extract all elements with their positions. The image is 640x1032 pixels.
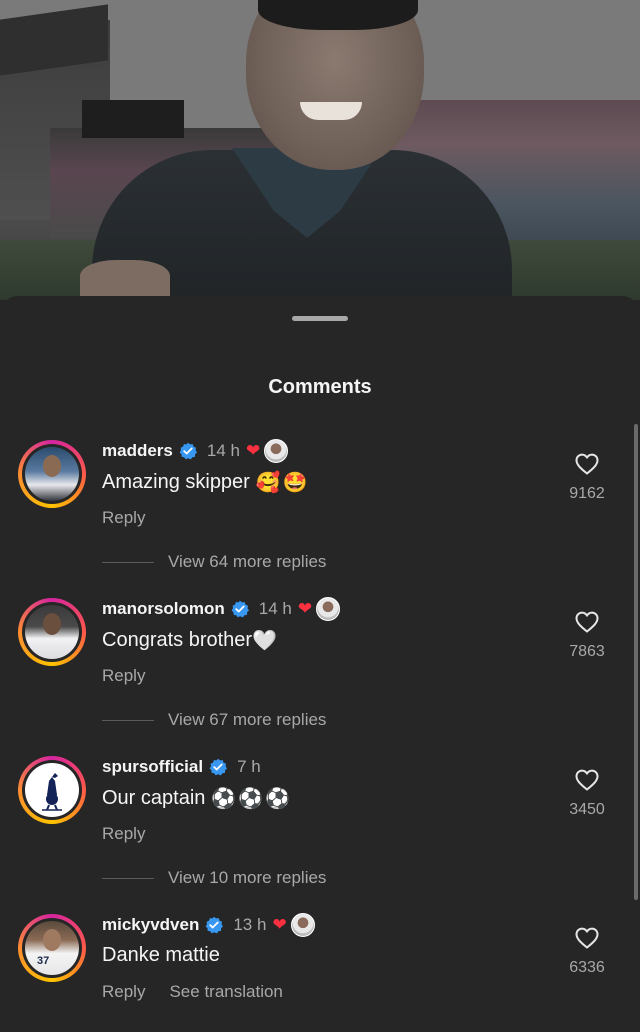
comment-time: 14 h [206, 441, 240, 460]
photo-scoreboard [82, 100, 184, 138]
avatar[interactable] [22, 760, 82, 820]
comment-body: Our captain [102, 787, 206, 809]
comment-body: Congrats brother [102, 629, 253, 651]
view-replies-divider [102, 561, 154, 563]
avatar[interactable] [22, 602, 82, 662]
madders-avatar [25, 447, 79, 501]
comment-header: madders 14 h ❤ [102, 438, 289, 464]
emoji: 🥰 [255, 472, 281, 494]
story-ring[interactable] [18, 756, 86, 824]
comment-time: 13 h [233, 915, 267, 934]
comment-item: madders 14 h ❤ Amazing skipper 🥰 🤩 Reply… [0, 438, 640, 571]
view-replies-button[interactable]: View 10 more replies [102, 868, 326, 888]
post-photo [0, 0, 640, 300]
like-count: 6336 [569, 959, 605, 976]
drag-handle[interactable] [292, 316, 348, 321]
view-replies-label: View 10 more replies [168, 868, 327, 887]
reply-button[interactable]: Reply [102, 982, 145, 1002]
comment-actions: Reply [102, 508, 169, 528]
story-ring[interactable] [18, 440, 86, 508]
username[interactable]: mickyvdven [102, 915, 199, 935]
heart-outline-icon[interactable] [574, 768, 600, 792]
comment-actions: Reply [102, 824, 169, 844]
author-liked-heart-icon: ❤ [297, 599, 313, 618]
comment-body: Danke mattie [102, 944, 220, 966]
author-liked-heart-icon: ❤ [245, 441, 261, 460]
avatar-face [43, 613, 61, 635]
comment-body: Amazing skipper [102, 471, 250, 493]
author-mini-avatar [316, 597, 341, 621]
verified-badge-icon [179, 442, 197, 460]
comment-header: manorsolomon 14 h ❤ [102, 596, 341, 622]
comment-item: spursofficial 7 h Our captain ⚽ ⚽ ⚽ Repl… [0, 754, 640, 887]
like-count: 7863 [569, 643, 605, 660]
sheet-title: Comments [268, 376, 372, 398]
view-replies-button[interactable]: View 67 more replies [102, 710, 326, 730]
avatar-face [43, 455, 61, 477]
view-replies-label: View 64 more replies [168, 552, 327, 571]
comment-text: Congrats brother 🤍 [102, 628, 277, 653]
avatar-face [43, 929, 61, 951]
author-mini-avatar [290, 913, 315, 937]
heart-outline-icon[interactable] [574, 926, 600, 950]
see-translation-button[interactable]: See translation [169, 982, 282, 1002]
soccer-ball-emoji: ⚽ [211, 788, 237, 810]
username[interactable]: spursofficial [102, 757, 203, 777]
comment-actions: Reply See translation [102, 982, 307, 1002]
comment-time: 14 h [258, 599, 292, 618]
avatar[interactable]: 37 [22, 918, 82, 978]
avatar-shirt-number: 37 [37, 955, 50, 967]
emoji: 🤩 [282, 472, 308, 494]
verified-badge-icon [231, 600, 249, 618]
photo-person-hand [80, 260, 170, 300]
comment-text: Our captain ⚽ ⚽ ⚽ [102, 786, 290, 811]
author-mini-avatar [264, 439, 289, 463]
story-ring[interactable]: 37 [18, 914, 86, 982]
like-count: 3450 [569, 801, 605, 818]
comment-time: 7 h [237, 757, 261, 776]
story-ring[interactable] [18, 598, 86, 666]
avatar[interactable] [22, 444, 82, 504]
comment-text: Danke mattie [102, 944, 220, 967]
author-liked-heart-icon: ❤ [272, 915, 287, 934]
spurs-crest-avatar [25, 763, 79, 817]
view-replies-divider [102, 719, 154, 721]
username[interactable]: manorsolomon [102, 599, 225, 619]
verified-badge-icon [205, 916, 224, 934]
mickyvdven-avatar: 37 [25, 921, 79, 975]
reply-button[interactable]: Reply [102, 666, 145, 686]
comment-like[interactable]: 9162 [560, 452, 614, 503]
manorsolomon-avatar [25, 605, 79, 659]
emoji: 🤍 [252, 630, 277, 652]
username[interactable]: madders [102, 441, 173, 461]
comment-actions: Reply [102, 666, 169, 686]
comment-text: Amazing skipper 🥰 🤩 [102, 470, 308, 495]
view-replies-button[interactable]: View 64 more replies [102, 552, 326, 572]
reply-button[interactable]: Reply [102, 508, 145, 528]
comment-like[interactable]: 7863 [560, 610, 614, 661]
comment-like[interactable]: 3450 [560, 768, 614, 819]
comment-header: mickyvdven 13 h ❤ [102, 912, 315, 938]
comment-like[interactable]: 6336 [560, 926, 614, 977]
photo-person-hair [258, 0, 418, 30]
photo-person-smile [300, 102, 362, 120]
comment-item: 37 mickyvdven 13 h ❤ Danke mattie Reply … [0, 912, 640, 1032]
comment-item: manorsolomon 14 h ❤ Congrats brother 🤍 R… [0, 596, 640, 729]
like-count: 9162 [569, 485, 605, 502]
view-replies-label: View 67 more replies [168, 710, 327, 729]
reply-button[interactable]: Reply [102, 824, 145, 844]
soccer-ball-emoji: ⚽ [238, 788, 264, 810]
verified-badge-icon [209, 758, 228, 776]
comment-header: spursofficial 7 h [102, 754, 261, 780]
comments-sheet: Comments madders 14 h ❤ Amazing skipper … [0, 296, 640, 1026]
soccer-ball-emoji: ⚽ [265, 788, 291, 810]
heart-outline-icon[interactable] [574, 610, 600, 634]
view-replies-divider [102, 877, 154, 879]
heart-outline-icon[interactable] [574, 452, 600, 476]
spurs-cockerel-icon [42, 773, 62, 811]
